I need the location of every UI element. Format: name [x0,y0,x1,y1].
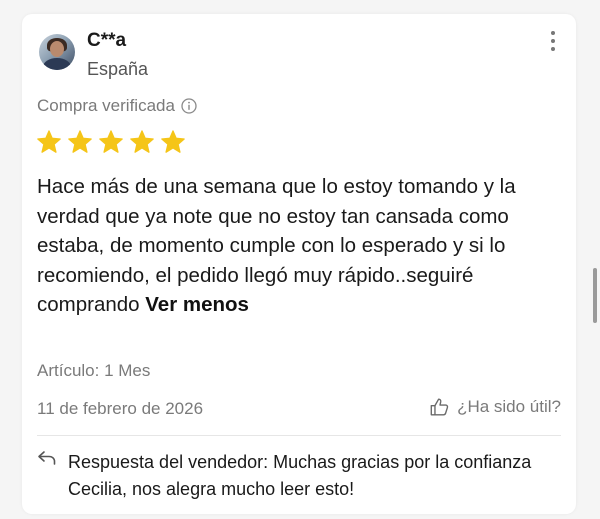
star-icon [68,130,92,153]
review-card: C**a España Compra verificada Hace más d… [22,14,576,514]
review-text: Hace más de una semana que lo estoy toma… [37,175,516,316]
verified-label: Compra verificada [37,96,175,115]
star-icon [37,130,61,153]
review-body: Hace más de una semana que lo estoy toma… [37,172,557,320]
thumbs-up-icon [430,398,449,416]
reviewer-name: C**a [87,30,127,51]
star-icon [130,130,154,153]
article-variant: Artículo: 1 Mes [37,361,151,380]
helpful-button[interactable]: ¿Ha sido útil? [429,396,561,418]
helpful-label: ¿Ha sido útil? [457,397,561,416]
avatar[interactable] [39,34,75,70]
see-less-link[interactable]: Ver menos [145,293,249,316]
divider [37,435,561,436]
rating-stars [36,129,186,155]
scrollbar[interactable] [593,268,597,323]
info-icon[interactable] [181,98,197,114]
reviewer-country: España [87,59,149,79]
star-icon [161,130,185,153]
reply-icon [38,451,56,465]
more-vertical-icon[interactable] [548,30,558,52]
seller-reply-text: Respuesta del vendedor: Muchas gracias p… [68,452,532,499]
review-date: 11 de febrero de 2026 [37,399,204,418]
verified-purchase: Compra verificada [37,96,197,116]
star-icon [99,130,123,153]
